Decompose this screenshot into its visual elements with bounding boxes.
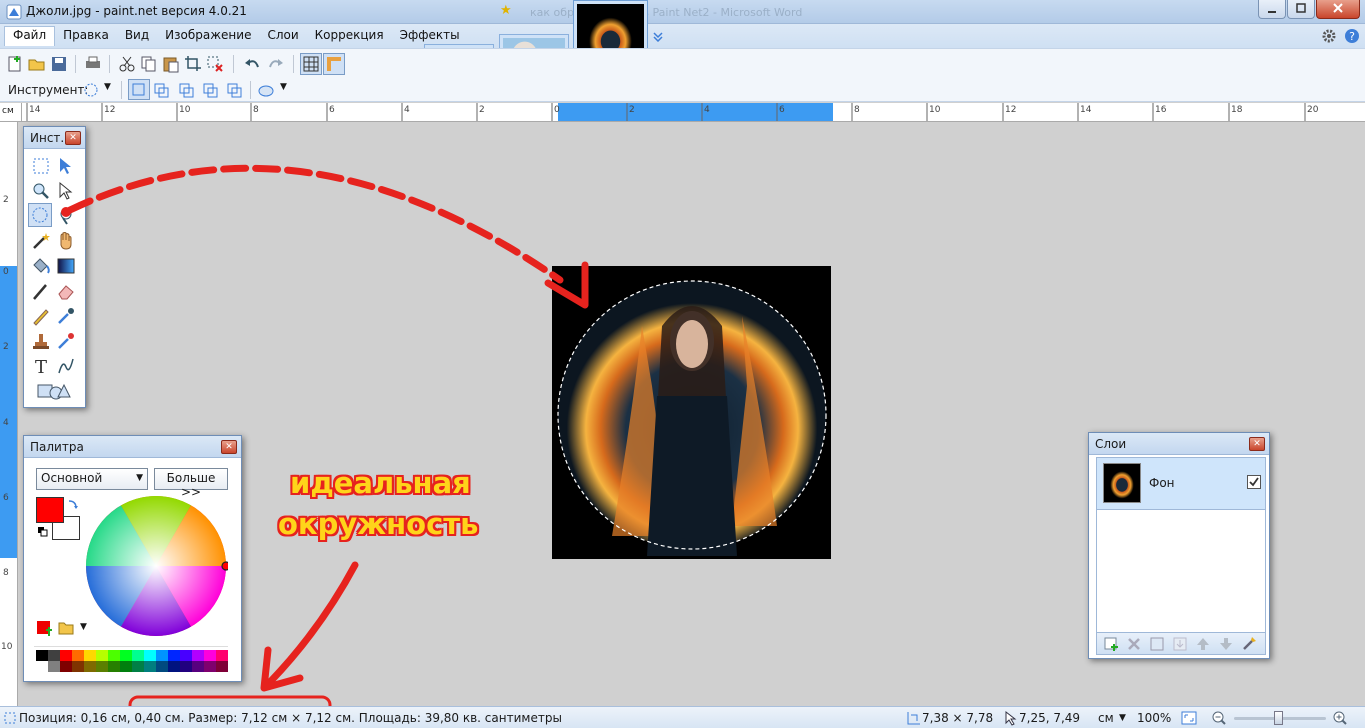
solid-arrow (266, 561, 359, 686)
image-size: 7,38 × 7,78 (922, 711, 994, 725)
arrow-head (544, 261, 589, 309)
zoom-out-icon[interactable] (1211, 710, 1227, 726)
zoom-slider-thumb[interactable] (1274, 711, 1283, 725)
unit-select[interactable]: см (1098, 711, 1114, 725)
annotation-line-2: окружность (278, 507, 479, 541)
selection-icon (4, 712, 16, 724)
annotation-overlay (61, 164, 589, 728)
cursor-position: 7,25, 7,49 (1019, 711, 1081, 725)
status-bar: Позиция: 0,16 см, 0,40 см. Размер: 7,12 … (0, 706, 1365, 728)
image-size-icon (907, 712, 920, 725)
cursor-position-icon (1005, 710, 1017, 726)
fit-window-icon[interactable] (1180, 710, 1198, 726)
arrow-start-dot (61, 207, 71, 217)
selection-info: Позиция: 0,16 см, 0,40 см. Размер: 7,12 … (19, 711, 562, 725)
chevron-down-icon[interactable]: ▼ (1119, 713, 1126, 723)
zoom-in-icon[interactable] (1332, 710, 1348, 726)
annotation-line-1: идеальная (290, 466, 471, 500)
dashed-arrow (66, 164, 564, 284)
zoom-level[interactable]: 100% (1137, 711, 1171, 725)
